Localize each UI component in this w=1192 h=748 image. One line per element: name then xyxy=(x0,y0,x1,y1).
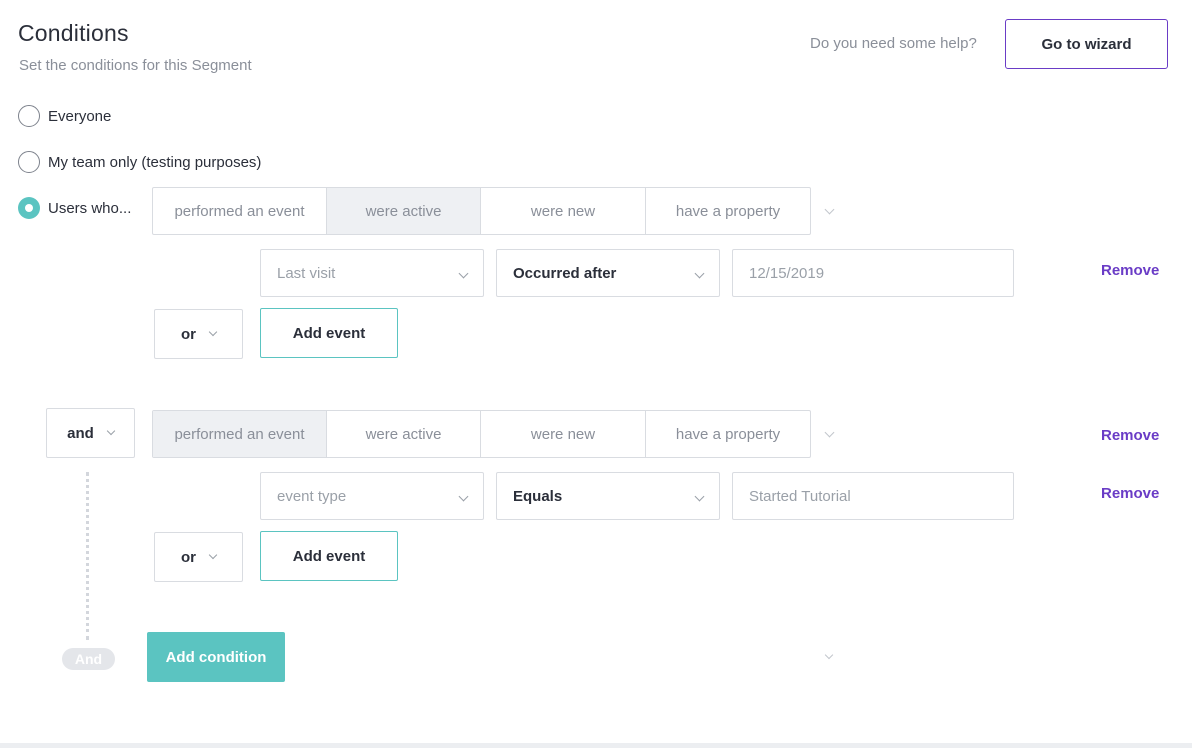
go-to-wizard-button[interactable]: Go to wizard xyxy=(1005,19,1168,69)
and-select-value: and xyxy=(67,424,94,442)
connector-line xyxy=(86,472,89,640)
operator-select-value: Equals xyxy=(513,487,563,505)
radio-my-team[interactable]: My team only (testing purposes) xyxy=(18,151,261,173)
field-select-value: Last visit xyxy=(277,264,336,282)
radio-label: Users who... xyxy=(48,199,132,217)
chevron-down-icon[interactable] xyxy=(824,204,835,215)
date-input[interactable]: 12/15/2019 xyxy=(732,249,1014,297)
chevron-down-icon xyxy=(106,426,116,436)
chevron-down-icon[interactable] xyxy=(824,650,834,660)
chevron-down-icon xyxy=(694,491,705,501)
condition-2-type-tabs: performed an event were active were new … xyxy=(152,410,811,458)
remove-condition-button[interactable]: Remove xyxy=(1101,427,1159,444)
chevron-down-icon xyxy=(458,491,469,501)
operator-select-value: Occurred after xyxy=(513,264,617,282)
chevron-down-icon xyxy=(208,327,218,337)
and-select[interactable]: and xyxy=(46,408,135,458)
page-subtitle: Set the conditions for this Segment xyxy=(19,57,252,74)
chevron-down-icon xyxy=(458,268,469,278)
field-select-value: event type xyxy=(277,487,347,505)
or-select-value: or xyxy=(181,548,196,566)
radio-unchecked-icon[interactable] xyxy=(18,105,40,127)
or-select[interactable]: or xyxy=(154,309,243,359)
operator-select[interactable]: Equals xyxy=(496,472,720,520)
page-title: Conditions xyxy=(18,20,129,46)
add-event-button[interactable]: Add event xyxy=(260,308,398,358)
add-event-button[interactable]: Add event xyxy=(260,531,398,581)
tab-were-active[interactable]: were active xyxy=(327,411,481,457)
add-condition-button[interactable]: Add condition xyxy=(147,632,285,682)
remove-rule-button[interactable]: Remove xyxy=(1101,485,1159,502)
tab-have-a-property[interactable]: have a property xyxy=(646,411,810,457)
value-input-placeholder: Started Tutorial xyxy=(749,487,851,505)
radio-users-who[interactable]: Users who... xyxy=(18,197,131,219)
radio-unchecked-icon[interactable] xyxy=(18,151,40,173)
operator-select[interactable]: Occurred after xyxy=(496,249,720,297)
chevron-down-icon xyxy=(694,268,705,278)
and-pill: And xyxy=(62,648,115,670)
chevron-down-icon xyxy=(208,550,218,560)
tab-have-a-property[interactable]: have a property xyxy=(646,188,810,234)
tab-performed-an-event[interactable]: performed an event xyxy=(153,411,327,457)
chevron-down-icon[interactable] xyxy=(824,427,835,438)
remove-rule-button[interactable]: Remove xyxy=(1101,262,1159,279)
or-select[interactable]: or xyxy=(154,532,243,582)
radio-checked-icon[interactable] xyxy=(18,197,40,219)
tab-were-new[interactable]: were new xyxy=(481,188,646,234)
radio-label: My team only (testing purposes) xyxy=(48,153,262,171)
field-select[interactable]: Last visit xyxy=(260,249,484,297)
or-select-value: or xyxy=(181,325,196,343)
date-input-placeholder: 12/15/2019 xyxy=(749,264,825,282)
radio-everyone[interactable]: Everyone xyxy=(18,105,111,127)
condition-1-type-tabs: performed an event were active were new … xyxy=(152,187,811,235)
field-select[interactable]: event type xyxy=(260,472,484,520)
help-text: Do you need some help? xyxy=(810,35,977,52)
tab-were-active[interactable]: were active xyxy=(327,188,481,234)
tab-were-new[interactable]: were new xyxy=(481,411,646,457)
radio-label: Everyone xyxy=(48,107,112,125)
tab-performed-an-event[interactable]: performed an event xyxy=(153,188,327,234)
footer-divider xyxy=(0,743,1192,748)
value-input[interactable]: Started Tutorial xyxy=(732,472,1014,520)
